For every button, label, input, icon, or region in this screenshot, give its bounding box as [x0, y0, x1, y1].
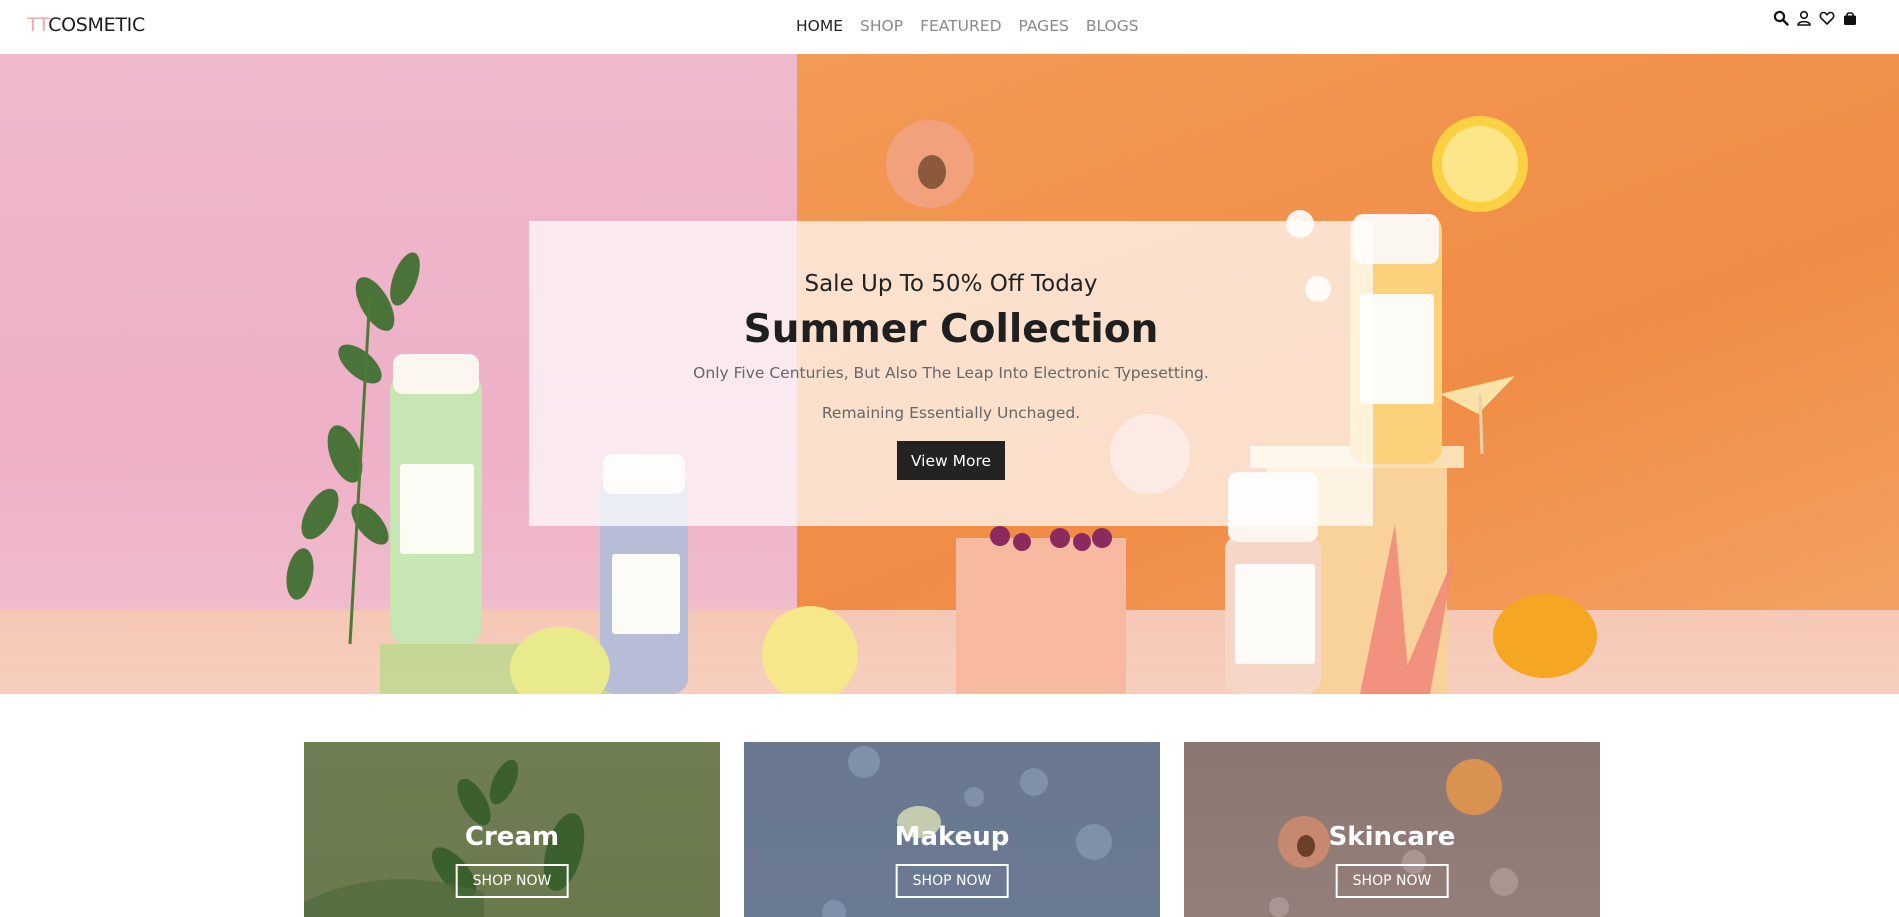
hero-description-2: Remaining Essentially Unchaged. [821, 404, 1081, 422]
category-card-cream[interactable]: Cream SHOP NOW [304, 742, 720, 917]
heart-icon[interactable] [1818, 9, 1835, 26]
main-nav: HOME SHOP FEATURED PAGES BLOGS [796, 17, 1139, 35]
logo-text: COSMETIC [48, 14, 145, 36]
logo-prefix: TT [27, 14, 49, 36]
bag-icon[interactable] [1841, 9, 1858, 26]
category-card-skincare[interactable]: Skincare SHOP NOW [1184, 742, 1600, 917]
site-header: TTCOSMETIC HOME SHOP FEATURED PAGES BLOG… [0, 0, 1899, 54]
category-title: Makeup [894, 822, 1010, 852]
user-icon[interactable] [1795, 9, 1812, 26]
hero-banner: Sale Up To 50% Off Today Summer Collecti… [0, 54, 1899, 694]
hero-title: Summer Collection [743, 307, 1159, 352]
header-icons [1772, 9, 1858, 26]
shop-now-button[interactable]: SHOP NOW [1335, 864, 1449, 898]
nav-shop[interactable]: SHOP [860, 17, 903, 35]
view-more-button[interactable]: View More [897, 441, 1005, 480]
logo[interactable]: TTCOSMETIC [27, 14, 145, 36]
hero-description-1: Only Five Centuries, But Also The Leap I… [693, 364, 1209, 382]
shop-now-button[interactable]: SHOP NOW [455, 864, 569, 898]
nav-pages[interactable]: PAGES [1019, 17, 1069, 35]
category-title: Cream [464, 822, 560, 852]
nav-home[interactable]: HOME [796, 17, 843, 35]
nav-featured[interactable]: FEATURED [920, 17, 1001, 35]
shop-now-button[interactable]: SHOP NOW [895, 864, 1009, 898]
hero-sale-text: Sale Up To 50% Off Today [804, 271, 1098, 297]
search-icon[interactable] [1772, 9, 1789, 26]
category-card-makeup[interactable]: Makeup SHOP NOW [744, 742, 1160, 917]
hero-overlay: Sale Up To 50% Off Today Summer Collecti… [529, 221, 1373, 526]
category-title: Skincare [1328, 822, 1456, 852]
nav-blogs[interactable]: BLOGS [1086, 17, 1139, 35]
